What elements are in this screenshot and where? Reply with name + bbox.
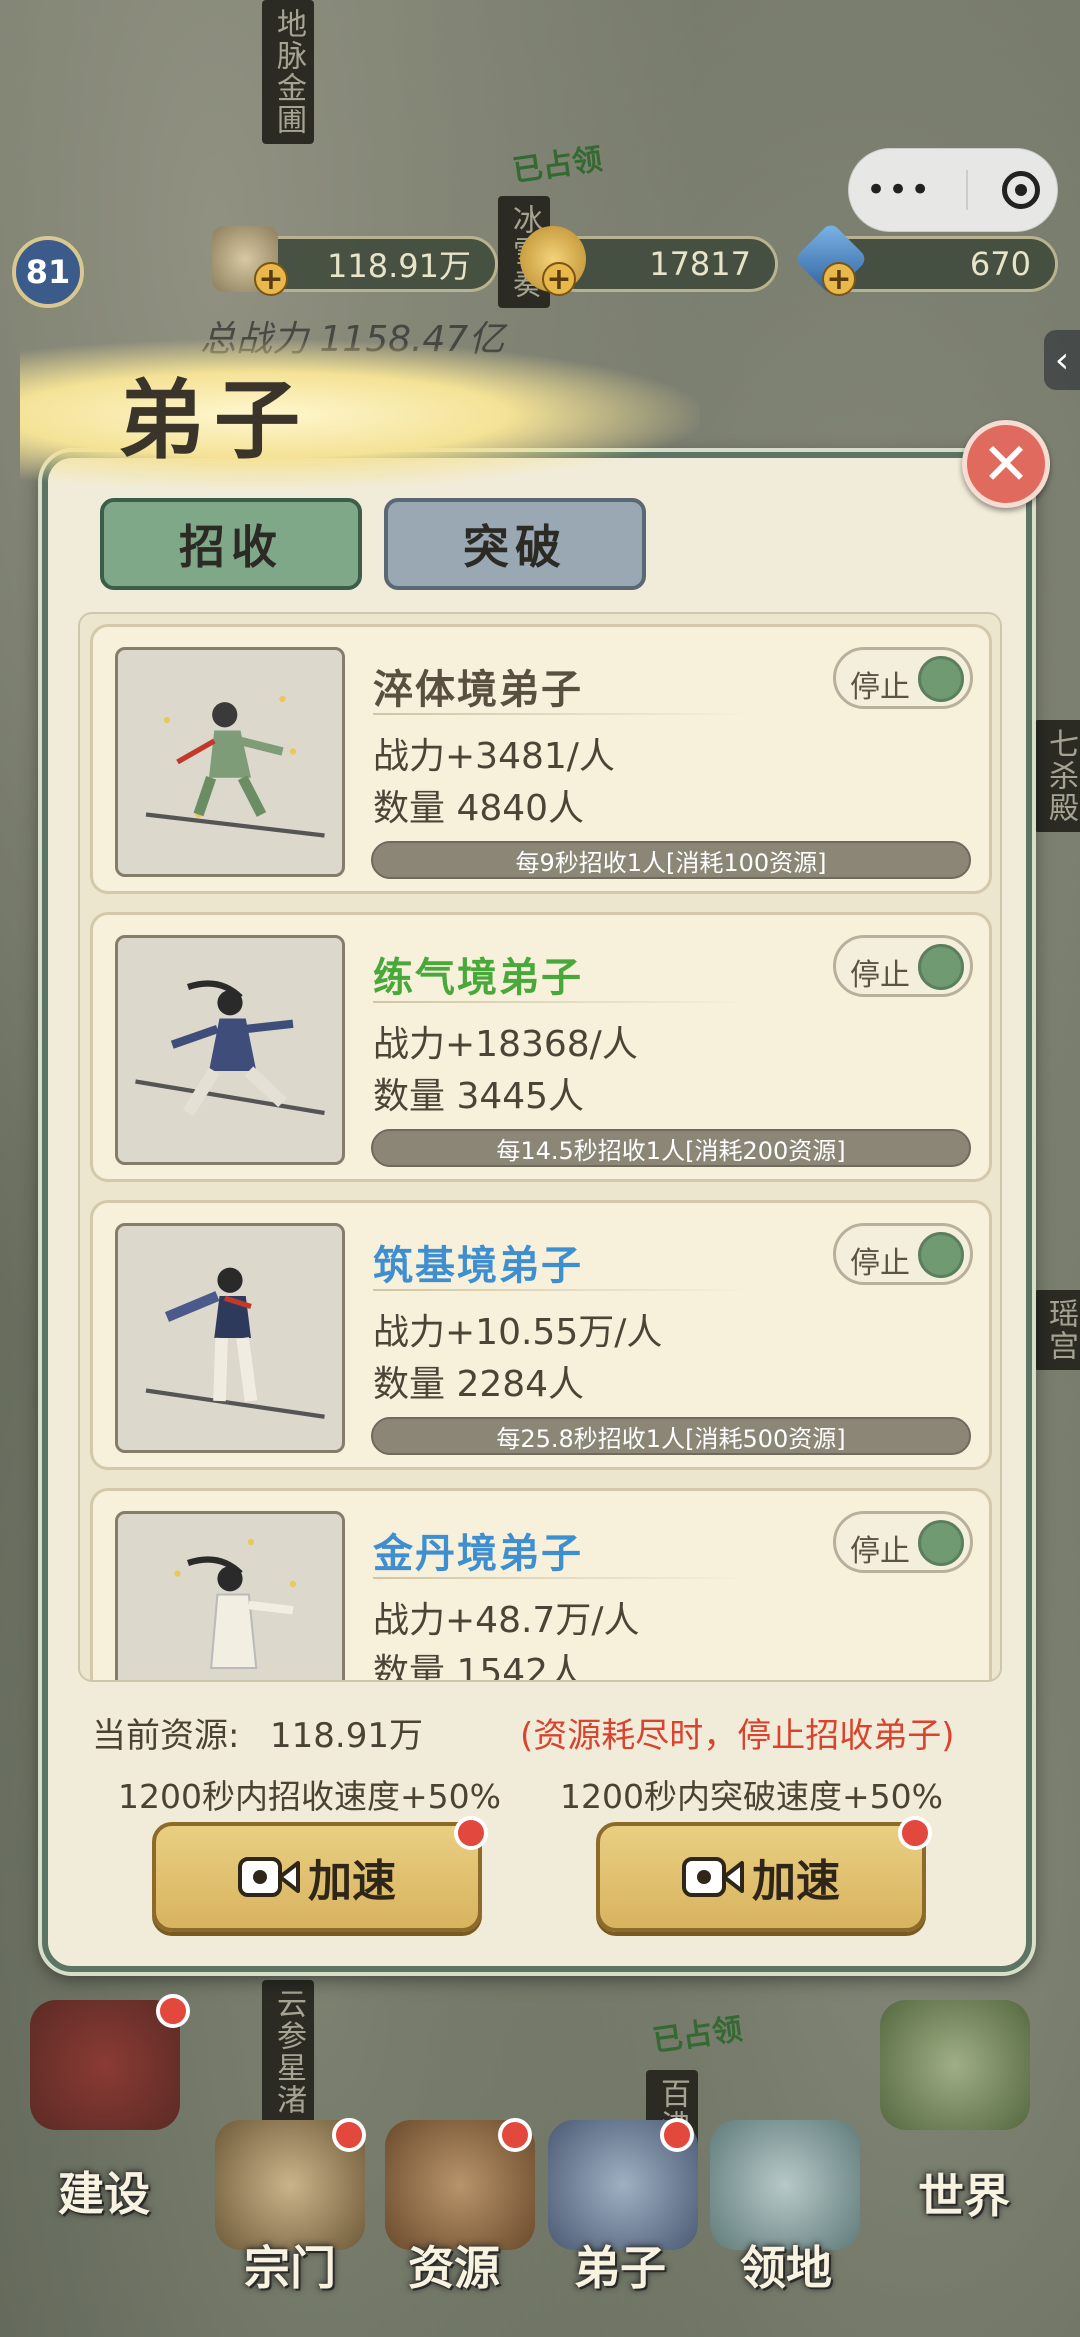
disciple-portrait-1 — [115, 647, 345, 877]
disciple-portrait-4 — [115, 1511, 345, 1680]
nav-disciples[interactable]: 弟子 — [574, 2232, 666, 2298]
swordsman-figure-icon — [145, 1267, 325, 1419]
recruit-rate-bar: 每14.5秒招收1人[消耗200资源] — [371, 1129, 971, 1167]
name-underline — [373, 1001, 753, 1003]
capsule-divider — [966, 170, 969, 210]
disciple-count: 数量 4840人 — [373, 788, 585, 829]
disciple-power: 战力+18368/人 — [373, 1024, 638, 1065]
disciple-portrait-2 — [115, 935, 345, 1165]
disciple-list[interactable]: 淬体境弟子 战力+3481/人 数量 4840人 每9秒招收1人[消耗100资源… — [78, 612, 1002, 1682]
disciple-card-tier-2: 练气境弟子 战力+18368/人 数量 3445人 每14.5秒招收1人[消耗2… — [90, 912, 992, 1182]
add-resource-2-icon[interactable]: + — [542, 262, 576, 297]
stop-recruit-toggle[interactable]: 停止 — [833, 1511, 973, 1573]
disciple-name: 筑基境弟子 — [373, 1243, 583, 1289]
player-level-badge[interactable]: 81 — [12, 236, 84, 308]
swordsman-figure-icon — [145, 695, 325, 838]
recruit-rate-bar: 每25.8秒招收1人[消耗500资源] — [371, 1417, 971, 1455]
swordsman-figure-icon — [174, 1538, 297, 1670]
notification-dot — [454, 1816, 488, 1850]
toggle-knob — [918, 1232, 964, 1278]
notification-dot — [498, 2118, 532, 2152]
disciple-card-tier-4: 金丹境弟子 战力+48.7万/人 数量 1542人 停止 — [90, 1488, 992, 1682]
disciple-card-tier-3: 筑基境弟子 战力+10.55万/人 数量 2284人 每25.8秒招收1人[消耗… — [90, 1200, 992, 1470]
current-resource-value: 118.91万 — [270, 1716, 423, 1756]
disciple-power: 战力+48.7万/人 — [373, 1600, 640, 1641]
tab-breakthrough[interactable]: 突破 — [384, 498, 646, 590]
toggle-label: 停止 — [850, 670, 910, 705]
break-speed-bonus: 1200秒内突破速度+50% — [560, 1777, 943, 1816]
accelerate-label: 加速 — [308, 1856, 396, 1907]
dialog-title: 弟子 — [118, 371, 310, 471]
nav-build[interactable]: 建设 — [58, 2158, 150, 2224]
territory-icon[interactable] — [710, 2120, 860, 2250]
stop-recruit-toggle[interactable]: 停止 — [833, 935, 973, 997]
disciple-power: 战力+3481/人 — [373, 736, 615, 777]
current-resource-label: 当前资源: — [92, 1716, 240, 1756]
disciple-portrait-3 — [115, 1223, 345, 1453]
nav-resources[interactable]: 资源 — [408, 2232, 500, 2298]
side-expand-arrow-icon[interactable]: ‹ — [1044, 330, 1080, 390]
close-dialog-button[interactable]: ✕ — [962, 420, 1050, 508]
tab-recruit[interactable]: 招收 — [100, 498, 362, 590]
disciple-name: 金丹境弟子 — [373, 1531, 583, 1577]
notification-dot — [898, 1816, 932, 1850]
nav-territory[interactable]: 领地 — [740, 2232, 832, 2298]
toggle-knob — [918, 944, 964, 990]
notification-dot — [332, 2118, 366, 2152]
toggle-knob — [918, 1520, 964, 1566]
close-miniprogram-icon[interactable] — [1002, 171, 1041, 209]
disciple-count: 数量 1542人 — [373, 1652, 585, 1682]
stop-recruit-toggle[interactable]: 停止 — [833, 647, 973, 709]
name-underline — [373, 1289, 753, 1291]
accelerate-break-button[interactable]: 加速 — [596, 1822, 926, 1932]
recruit-speed-bonus: 1200秒内招收速度+50% — [118, 1777, 501, 1816]
world-icon[interactable] — [880, 2000, 1030, 2130]
name-underline — [373, 713, 753, 715]
swordsman-figure-icon — [135, 980, 325, 1117]
disciple-name: 淬体境弟子 — [373, 667, 583, 713]
resource-warning: (资源耗尽时，停止招收弟子) — [520, 1716, 955, 1756]
disciple-card-tier-1: 淬体境弟子 战力+3481/人 数量 4840人 每9秒招收1人[消耗100资源… — [90, 624, 992, 894]
recruit-rate-bar: 每9秒招收1人[消耗100资源] — [371, 841, 971, 879]
nav-sect[interactable]: 宗门 — [244, 2232, 336, 2298]
add-resource-3-icon[interactable]: + — [822, 262, 856, 297]
miniprogram-capsule: ••• — [848, 148, 1058, 232]
video-ad-icon — [238, 1857, 300, 1897]
video-ad-icon — [682, 1857, 744, 1897]
toggle-label: 停止 — [850, 1246, 910, 1281]
more-icon[interactable]: ••• — [866, 170, 932, 210]
nav-world[interactable]: 世界 — [918, 2160, 1010, 2226]
disciple-name: 练气境弟子 — [373, 955, 583, 1001]
toggle-label: 停止 — [850, 958, 910, 993]
disciple-power: 战力+10.55万/人 — [373, 1312, 663, 1353]
toggle-label: 停止 — [850, 1534, 910, 1569]
toggle-knob — [918, 656, 964, 702]
stop-recruit-toggle[interactable]: 停止 — [833, 1223, 973, 1285]
add-resource-1-icon[interactable]: + — [254, 262, 288, 297]
disciple-count: 数量 2284人 — [373, 1364, 585, 1405]
notification-dot — [660, 2118, 694, 2152]
notification-dot — [156, 1994, 190, 2028]
accelerate-recruit-button[interactable]: 加速 — [152, 1822, 482, 1932]
name-underline — [373, 1577, 753, 1579]
accelerate-label: 加速 — [752, 1856, 840, 1907]
disciple-count: 数量 3445人 — [373, 1076, 585, 1117]
